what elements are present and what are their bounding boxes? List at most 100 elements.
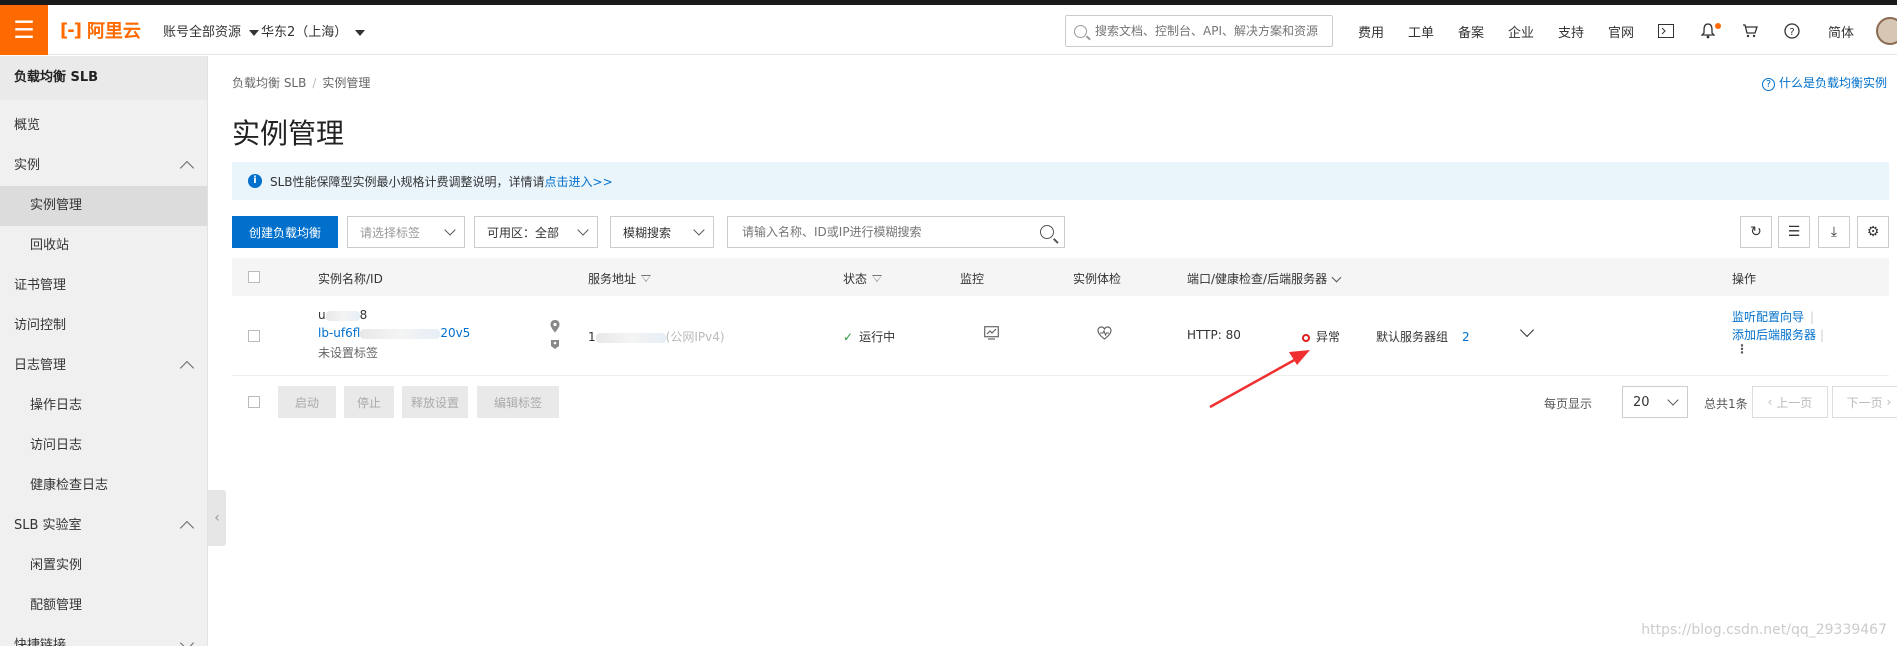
gear-icon[interactable]: ⚙ <box>1857 216 1889 248</box>
nav-fees[interactable]: 费用 <box>1358 22 1384 41</box>
location-pin-icon[interactable] <box>550 320 560 336</box>
heart-pulse-icon[interactable] <box>1097 326 1112 343</box>
col-status[interactable]: 状态 <box>843 270 883 287</box>
release-settings-button[interactable]: 释放设置 <box>402 386 468 418</box>
breadcrumb-root[interactable]: 负载均衡 SLB <box>232 76 306 90</box>
col-port-health-backend[interactable]: 端口/健康检查/后端服务器 <box>1187 270 1342 287</box>
sidebar-title: 负载均衡 SLB <box>0 56 207 100</box>
prev-page-label: 上一页 <box>1776 395 1813 410</box>
page-size-value: 20 <box>1633 394 1650 410</box>
global-search-input[interactable] <box>1095 24 1330 38</box>
nav-enterprise[interactable]: 企业 <box>1508 22 1534 41</box>
instance-id-suffix: 20v5 <box>440 326 471 340</box>
notice-link[interactable]: 点击进入>> <box>545 173 613 190</box>
sidebar-item-recycle-bin[interactable]: 回收站 <box>0 226 207 266</box>
server-count-link[interactable]: 2 <box>1462 330 1470 344</box>
search-mode-label: 模糊搜索 <box>623 225 672 240</box>
sidebar-item-access-control[interactable]: 访问控制 <box>0 306 207 346</box>
download-icon[interactable]: ⤓ <box>1818 216 1850 248</box>
tag-select-label: 请选择标签 <box>360 225 421 240</box>
search-mode-select[interactable]: 模糊搜索 <box>610 216 714 248</box>
sidebar-item-certificates[interactable]: 证书管理 <box>0 266 207 306</box>
chevron-down-icon <box>1331 272 1342 283</box>
nav-tickets[interactable]: 工单 <box>1408 22 1434 41</box>
instance-id-link[interactable]: lb-uf6fl 20v5 <box>318 326 470 340</box>
refresh-icon[interactable]: ↻ <box>1740 216 1772 248</box>
stop-button[interactable]: 停止 <box>344 386 394 418</box>
list-settings-icon[interactable]: ☰ <box>1778 216 1810 248</box>
service-address: 1 (公网IPv4) <box>588 328 725 345</box>
nav-official[interactable]: 官网 <box>1608 22 1634 41</box>
instance-search-input[interactable] <box>742 225 1022 239</box>
status-label: 运行中 <box>859 330 896 344</box>
sidebar-item-idle-instances[interactable]: 闲置实例 <box>0 546 207 586</box>
tag-select[interactable]: 请选择标签 <box>347 216 465 248</box>
sidebar-group-shortcuts[interactable]: 快捷链接 <box>0 626 207 646</box>
sidebar-item-health-check-logs[interactable]: 健康检查日志 <box>0 466 207 506</box>
monitor-chart-icon[interactable] <box>984 326 999 343</box>
sidebar-item-quota[interactable]: 配额管理 <box>0 586 207 626</box>
next-page-button[interactable]: 下一页 › <box>1832 386 1897 418</box>
listener-wizard-link[interactable]: 监听配置向导 | <box>1732 308 1814 325</box>
listener-wizard-label: 监听配置向导 <box>1732 310 1805 324</box>
start-button[interactable]: 启动 <box>278 386 336 418</box>
global-search[interactable] <box>1065 15 1333 47</box>
footer-checkbox[interactable] <box>248 396 260 408</box>
sidebar-item-label: 实例管理 <box>30 198 83 213</box>
sidebar-item-label: 证书管理 <box>14 278 67 293</box>
expand-chevron-icon[interactable] <box>1519 322 1535 338</box>
table-footer: 启动 停止 释放设置 编辑标签 每页显示 20 总共1条 ‹ 上一页 下一页 › <box>232 386 1897 418</box>
nav-support[interactable]: 支持 <box>1558 22 1584 41</box>
create-slb-button[interactable]: 创建负载均衡 <box>232 216 338 248</box>
add-backend-link[interactable]: 添加后端服务器 | <box>1732 326 1824 343</box>
nav-icp[interactable]: 备案 <box>1458 22 1484 41</box>
instance-name-prefix: u <box>318 308 326 322</box>
sidebar-group-instance[interactable]: 实例 <box>0 146 207 186</box>
page-size-select[interactable]: 20 <box>1622 386 1688 418</box>
question-icon: ? <box>1761 78 1775 91</box>
col-address[interactable]: 服务地址 <box>588 270 652 287</box>
sidebar-item-instance-management[interactable]: 实例管理 <box>0 186 207 226</box>
health-check-status[interactable]: 异常 <box>1302 328 1340 345</box>
terminal-icon[interactable] <box>1656 21 1676 41</box>
select-all-checkbox[interactable] <box>248 271 260 283</box>
more-actions-icon[interactable]: ⋮ <box>1736 343 1748 355</box>
sidebar-group-logs[interactable]: 日志管理 <box>0 346 207 386</box>
filter-icon[interactable] <box>641 274 652 284</box>
help-link-label: 什么是负载均衡实例 <box>1778 76 1887 90</box>
prev-page-button[interactable]: ‹ 上一页 <box>1752 386 1828 418</box>
instance-id-prefix: lb-uf6fl <box>318 326 361 340</box>
sidebar-group-slb-lab[interactable]: SLB 实验室 <box>0 506 207 546</box>
tag-icon[interactable] <box>550 339 560 353</box>
hamburger-icon[interactable]: ☰ <box>0 5 48 55</box>
search-icon <box>1074 24 1087 38</box>
sidebar-item-label: 操作日志 <box>30 398 83 413</box>
error-dot-icon <box>1302 333 1310 342</box>
chevron-down-icon <box>577 224 589 236</box>
sidebar-item-operation-logs[interactable]: 操作日志 <box>0 386 207 426</box>
instance-search[interactable] <box>727 216 1065 248</box>
sidebar-item-access-logs[interactable]: 访问日志 <box>0 426 207 466</box>
region-select[interactable]: 华东2（上海） <box>261 21 366 40</box>
help-link[interactable]: ? 什么是负载均衡实例 <box>1761 74 1887 91</box>
avatar[interactable] <box>1876 17 1897 45</box>
edit-tags-button[interactable]: 编辑标签 <box>477 386 559 418</box>
help-icon[interactable]: ? <box>1782 21 1802 41</box>
cart-icon[interactable] <box>1740 21 1760 41</box>
caret-down-icon <box>355 29 366 36</box>
instance-name: u8 <box>318 308 367 322</box>
listener-port: HTTP: 80 <box>1187 328 1241 342</box>
per-page-label: 每页显示 <box>1544 397 1593 411</box>
zone-select[interactable]: 可用区：全部 <box>474 216 598 248</box>
sidebar-item-overview[interactable]: 概览 <box>0 106 207 146</box>
aliyun-logo[interactable]: [-] 阿里云 <box>60 18 141 43</box>
language-switch[interactable]: 简体 <box>1828 22 1854 41</box>
address-prefix: 1 <box>588 330 596 344</box>
filter-icon[interactable] <box>872 274 883 284</box>
row-checkbox[interactable] <box>248 330 260 342</box>
total-count: 总共1条 <box>1704 397 1748 411</box>
search-icon[interactable] <box>1040 225 1054 239</box>
action-divider: | <box>1820 328 1825 342</box>
sidebar-item-label: 访问日志 <box>30 438 83 453</box>
account-scope-select[interactable]: 账号全部资源 <box>163 21 260 40</box>
